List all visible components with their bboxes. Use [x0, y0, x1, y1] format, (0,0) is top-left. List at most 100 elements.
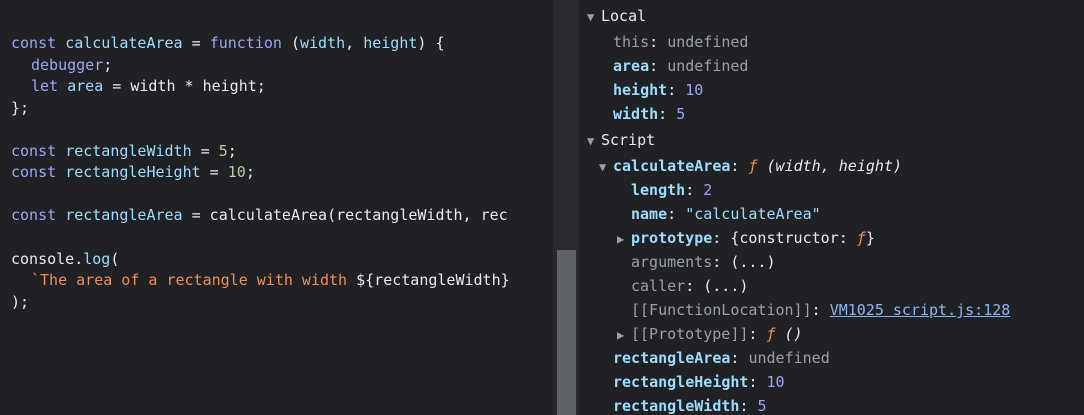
scope-section-script[interactable]: ▼ Script — [587, 128, 655, 152]
property-name: rectangleArea — [613, 349, 731, 367]
property-name: arguments — [631, 253, 713, 271]
keyword-const: const — [11, 142, 57, 160]
code-line-9: `The area of a rectangle with width ${re… — [11, 270, 510, 291]
property-value: "calculateArea" — [685, 205, 821, 223]
semicolon: ; — [227, 142, 237, 160]
scope-prop-caller[interactable]: caller: (...) — [631, 274, 748, 298]
property-value: 5 — [676, 105, 686, 123]
scope-var-rectangleHeight[interactable]: rectangleHeight: 10 — [613, 370, 785, 394]
code-editor[interactable]: const calculateArea = function (width, h… — [0, 0, 553, 415]
number-literal: 10 — [227, 163, 246, 181]
scope-prop-prototype-internal[interactable]: ▶ [[Prototype]]: ƒ () — [617, 322, 803, 346]
paren: ( — [110, 250, 120, 268]
keyword-function: function — [209, 34, 282, 52]
property-name: prototype — [631, 229, 713, 247]
section-label: Script — [601, 131, 656, 149]
separator: : — [748, 373, 767, 391]
separator: : — [685, 181, 704, 199]
code-line-5: const rectangleWidth = 5; — [11, 141, 237, 162]
separator: : — [685, 277, 704, 295]
scrollbar-thumb[interactable] — [557, 250, 576, 415]
scope-var-area[interactable]: area: undefined — [613, 54, 748, 78]
identifier: rectangleWidth — [65, 142, 192, 160]
property-value: undefined — [667, 33, 749, 51]
property-value-close: } — [865, 229, 875, 247]
scope-var-height[interactable]: height: 10 — [613, 78, 703, 102]
code-line-10: ); — [11, 292, 29, 313]
expanded-triangle-icon[interactable]: ▼ — [587, 129, 601, 153]
collapsed-triangle-icon[interactable]: ▶ — [617, 323, 631, 347]
closing-brace: }; — [11, 99, 30, 117]
operator: = — [182, 34, 210, 52]
scope-prop-arguments[interactable]: arguments: (...) — [631, 250, 776, 274]
code-line-3: let area = width * height; — [11, 76, 266, 97]
function-icon: ƒ — [856, 229, 866, 247]
property-value[interactable]: (...) — [730, 253, 775, 271]
source-link[interactable]: VM1025 script.js:128 — [830, 301, 1011, 319]
separator: : — [730, 157, 749, 175]
console-object: console — [11, 250, 75, 268]
scope-prop-prototype[interactable]: ▶ prototype: {constructor: ƒ} — [617, 226, 875, 250]
property-value[interactable]: (...) — [703, 277, 748, 295]
scope-prop-name[interactable]: name: "calculateArea" — [631, 202, 821, 226]
code-line-6: const rectangleHeight = 10; — [11, 162, 255, 183]
separator: : — [649, 57, 668, 75]
code-line-8: console.log( — [11, 249, 119, 270]
scope-section-local[interactable]: ▼ Local — [587, 4, 646, 28]
expanded-triangle-icon[interactable]: ▼ — [587, 5, 601, 29]
log-method: log — [83, 250, 111, 268]
function-icon: ƒ — [748, 157, 758, 175]
expression: = calculateArea(rectangleWidth, rec — [182, 206, 508, 224]
separator: : — [730, 349, 749, 367]
paren: ( — [281, 34, 300, 52]
function-icon: ƒ — [766, 325, 776, 343]
property-name: rectangleWidth — [613, 397, 740, 415]
property-value: undefined — [748, 349, 830, 367]
expanded-triangle-icon[interactable]: ▼ — [599, 155, 613, 179]
keyword-const: const — [11, 163, 57, 181]
separator: : — [658, 105, 677, 123]
operator: = — [200, 163, 228, 181]
property-name: [[FunctionLocation]] — [631, 301, 812, 319]
scope-var-rectangleArea[interactable]: rectangleArea: undefined — [613, 346, 830, 370]
property-name: height — [613, 81, 668, 99]
function-signature: () — [775, 325, 803, 343]
operator: = — [191, 142, 219, 160]
property-name: rectangleHeight — [613, 373, 749, 391]
keyword-let: let — [31, 77, 59, 95]
property-value: 2 — [703, 181, 713, 199]
semicolon: ; — [245, 163, 255, 181]
separator: : — [739, 397, 758, 415]
property-name: caller — [631, 277, 686, 295]
separator: : — [811, 301, 830, 319]
identifier: calculateArea — [65, 34, 183, 52]
scope-prop-length[interactable]: length: 2 — [631, 178, 712, 202]
dot: . — [74, 250, 84, 268]
code-line-1: const calculateArea = function (width, h… — [11, 33, 445, 54]
separator: : — [712, 253, 731, 271]
property-value: {constructor: — [730, 229, 857, 247]
separator: : — [649, 33, 668, 51]
property-name: area — [613, 57, 650, 75]
property-name: this — [613, 33, 650, 51]
identifier: rectangleHeight — [65, 163, 201, 181]
identifier: area — [67, 77, 104, 95]
property-value: 10 — [685, 81, 704, 99]
template-interpolation: ${rectangleWidth} — [356, 271, 510, 289]
scope-var-this[interactable]: this: undefined — [613, 30, 748, 54]
property-name: [[Prototype]] — [631, 325, 749, 343]
scope-var-width[interactable]: width: 5 — [613, 102, 685, 126]
section-label: Local — [601, 7, 647, 25]
code-line-2: debugger; — [11, 55, 112, 76]
property-value: 5 — [757, 397, 767, 415]
paren: ) { — [417, 34, 445, 52]
semicolon: ; — [103, 56, 113, 74]
scope-prop-function-location[interactable]: [[FunctionLocation]]: VM1025 script.js:1… — [631, 298, 1010, 322]
collapsed-triangle-icon[interactable]: ▶ — [617, 227, 631, 251]
keyword-const: const — [11, 206, 57, 224]
property-name: name — [631, 205, 668, 223]
scope-var-rectangleWidth[interactable]: rectangleWidth: 5 — [613, 394, 767, 415]
separator: : — [712, 229, 731, 247]
scope-var-calculateArea[interactable]: ▼ calculateArea: ƒ (width, height) — [599, 154, 902, 178]
property-value: 10 — [766, 373, 785, 391]
